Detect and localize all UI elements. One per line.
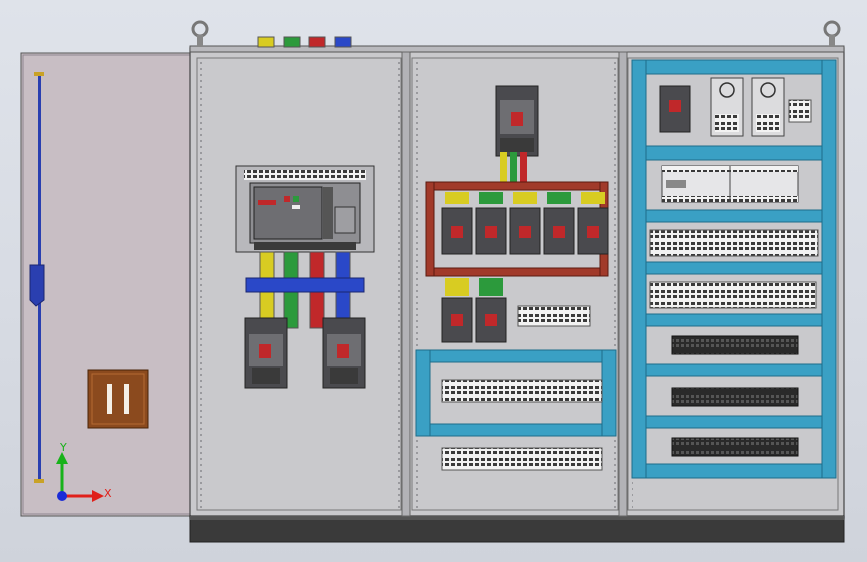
power-supply-2 — [751, 77, 785, 137]
terminal-block-row-1 — [441, 379, 603, 403]
branch-breaker-2 — [475, 192, 507, 255]
small-terminal-strip — [517, 305, 591, 327]
door-document-pocket — [87, 369, 149, 429]
relay-module-row-2 — [649, 281, 817, 309]
control-breaker — [659, 85, 691, 133]
axis-origin — [57, 491, 67, 501]
branch-breaker-4 — [543, 192, 575, 255]
section-control — [627, 57, 839, 511]
y-axis-label: Y — [59, 441, 67, 454]
plc-controller — [661, 165, 799, 203]
power-supply-1 — [710, 77, 744, 137]
section-main-incoming — [196, 57, 402, 511]
control-terminal-row-2 — [671, 387, 799, 407]
small-relay-block — [788, 99, 812, 123]
branch-breaker-7 — [475, 278, 507, 343]
lifting-eye-right — [823, 20, 841, 47]
section-distribution — [411, 57, 619, 511]
branch-breaker-6 — [441, 278, 473, 343]
terminal-block-row-2 — [441, 447, 603, 471]
open-door — [20, 52, 194, 517]
branch-breaker-1 — [441, 192, 473, 255]
outgoing-breaker-1 — [244, 317, 288, 389]
branch-breaker-5 — [577, 192, 609, 255]
main-air-circuit-breaker — [235, 165, 375, 253]
lifting-eye-left — [191, 20, 209, 47]
control-terminal-row-3 — [671, 437, 799, 457]
branch-breaker-3 — [509, 192, 541, 255]
door-handle-mechanism — [29, 264, 45, 307]
relay-module-row-1 — [649, 229, 819, 257]
neutral-busbar — [245, 277, 365, 293]
control-terminal-row-1 — [671, 335, 799, 355]
x-axis-label: X — [104, 487, 112, 500]
outgoing-breaker-2 — [322, 317, 366, 389]
electrical-cabinet-drawing: Y X — [20, 20, 845, 543]
